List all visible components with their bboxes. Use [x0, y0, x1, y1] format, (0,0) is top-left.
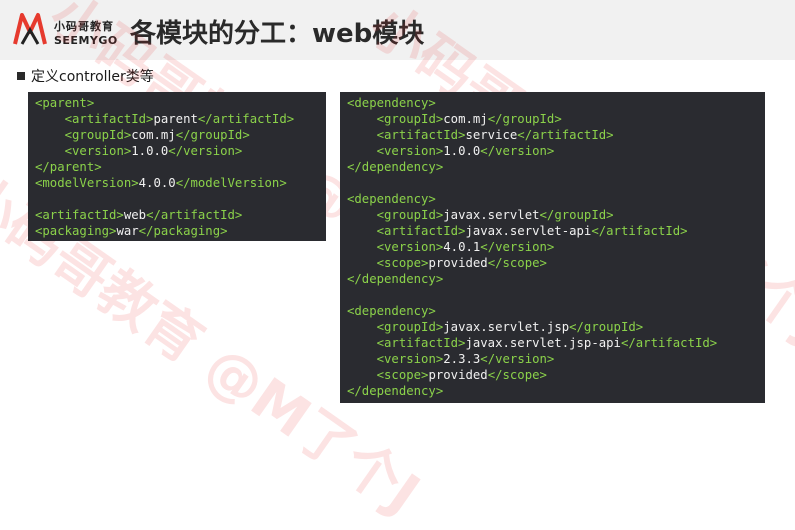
- code-line: <parent>: [35, 95, 318, 111]
- xml-tag: </groupId>: [487, 112, 562, 126]
- header-bar: 小码哥教育 SEEMYGO 各模块的分工：web模块: [0, 0, 795, 60]
- xml-tag: </version>: [168, 144, 243, 158]
- xml-value: com.mj: [131, 128, 176, 142]
- xml-tag: </artifactId>: [591, 224, 688, 238]
- logo-m-icon: [13, 13, 47, 45]
- xml-tag: </version>: [480, 352, 555, 366]
- xml-value: parent: [153, 112, 198, 126]
- xml-tag: </artifactId>: [197, 112, 295, 126]
- xml-tag: </groupId>: [569, 320, 644, 334]
- slide-title: 各模块的分工：web模块: [130, 19, 425, 49]
- code-line: <groupId>com.mj</groupId>: [35, 127, 318, 143]
- xml-tag: </dependency>: [347, 160, 444, 174]
- xml-tag: </scope>: [487, 368, 547, 382]
- xml-tag: <version>: [64, 144, 132, 158]
- code-line: <groupId>javax.servlet.jsp</groupId>: [347, 319, 757, 335]
- xml-tag: <dependency>: [347, 96, 436, 110]
- xml-tag: </modelVersion>: [175, 176, 287, 190]
- xml-tag: <artifactId>: [376, 128, 466, 142]
- xml-value: service: [465, 128, 518, 142]
- xml-value: javax.servlet-api: [465, 224, 592, 238]
- xml-value: 4.0.1: [443, 240, 481, 254]
- code-line: <dependency>: [347, 95, 757, 111]
- xml-tag: </version>: [480, 144, 555, 158]
- code-line: <version>4.0.1</version>: [347, 239, 757, 255]
- xml-value: war: [116, 224, 139, 238]
- code-line: <version>1.0.0</version>: [347, 143, 757, 159]
- xml-tag: <modelVersion>: [35, 176, 139, 190]
- code-line: <artifactId>service</artifactId>: [347, 127, 757, 143]
- code-line: </parent>: [35, 159, 318, 175]
- xml-tag: <artifactId>: [376, 224, 466, 238]
- code-line: <dependency>: [347, 303, 757, 319]
- logo-chinese-text: 小码哥教育: [54, 20, 114, 33]
- xml-tag: <parent>: [35, 96, 95, 110]
- xml-tag: </groupId>: [175, 128, 250, 142]
- code-line: </dependency>: [347, 383, 757, 399]
- xml-tag: </parent>: [35, 160, 102, 174]
- xml-tag: </dependency>: [347, 272, 444, 286]
- xml-value: javax.servlet.jsp-api: [465, 336, 621, 350]
- code-line: <version>1.0.0</version>: [35, 143, 318, 159]
- code-line: <artifactId>parent</artifactId>: [35, 111, 318, 127]
- xml-tag: </dependency>: [347, 384, 444, 398]
- xml-value: web: [123, 208, 147, 222]
- xml-tag: <groupId>: [64, 128, 132, 142]
- xml-tag: <scope>: [376, 256, 429, 270]
- xml-value: javax.servlet: [443, 208, 540, 222]
- xml-value: provided: [428, 368, 488, 382]
- code-line: <artifactId>web</artifactId>: [35, 207, 318, 223]
- dependencies-code-block: <dependency> <groupId>com.mj</groupId> <…: [340, 92, 765, 403]
- xml-tag: <dependency>: [347, 304, 436, 318]
- xml-tag: <version>: [376, 352, 444, 366]
- xml-value: 2.3.3: [443, 352, 481, 366]
- xml-tag: </groupId>: [539, 208, 614, 222]
- code-line: <packaging>war</packaging>: [35, 223, 318, 239]
- code-line: </dependency>: [347, 271, 757, 287]
- xml-tag: </version>: [480, 240, 555, 254]
- code-line: <modelVersion>4.0.0</modelVersion>: [35, 175, 318, 191]
- square-bullet-icon: [17, 72, 25, 80]
- parent-pom-code-block: <parent> <artifactId>parent</artifactId>…: [28, 92, 326, 241]
- xml-value: com.mj: [443, 112, 488, 126]
- xml-tag: <groupId>: [376, 112, 444, 126]
- xml-tag: </packaging>: [138, 224, 228, 238]
- xml-tag: <packaging>: [35, 224, 117, 238]
- xml-tag: <artifactId>: [376, 336, 466, 350]
- xml-value: 1.0.0: [443, 144, 481, 158]
- xml-tag: <scope>: [376, 368, 429, 382]
- code-line: <scope>provided</scope>: [347, 255, 757, 271]
- xml-value: provided: [428, 256, 488, 270]
- xml-tag: <dependency>: [347, 192, 436, 206]
- xml-tag: </scope>: [487, 256, 547, 270]
- code-line: <artifactId>javax.servlet.jsp-api</artif…: [347, 335, 757, 351]
- bullet-point: 定义controller类等: [17, 66, 154, 86]
- xml-tag: <version>: [376, 240, 444, 254]
- xml-value: 1.0.0: [131, 144, 169, 158]
- code-line: </dependency>: [347, 159, 757, 175]
- code-line: <groupId>javax.servlet</groupId>: [347, 207, 757, 223]
- xml-value: 4.0.0: [138, 176, 176, 190]
- xml-tag: <artifactId>: [64, 112, 154, 126]
- xml-tag: <groupId>: [376, 208, 444, 222]
- brand-logo: 小码哥教育 SEEMYGO: [10, 8, 120, 52]
- logo-english-text: SEEMYGO: [54, 34, 118, 47]
- xml-tag: </artifactId>: [517, 128, 614, 142]
- code-line: <artifactId>javax.servlet-api</artifactI…: [347, 223, 757, 239]
- xml-tag: </artifactId>: [146, 208, 243, 222]
- code-line: <scope>provided</scope>: [347, 367, 757, 383]
- xml-tag: <groupId>: [376, 320, 444, 334]
- bullet-text: 定义controller类等: [31, 69, 154, 85]
- xml-tag: <artifactId>: [35, 208, 124, 222]
- xml-tag: </artifactId>: [620, 336, 718, 350]
- xml-tag: <version>: [376, 144, 444, 158]
- xml-value: javax.servlet.jsp: [443, 320, 570, 334]
- code-line: <dependency>: [347, 191, 757, 207]
- code-line: <groupId>com.mj</groupId>: [347, 111, 757, 127]
- code-line: <version>2.3.3</version>: [347, 351, 757, 367]
